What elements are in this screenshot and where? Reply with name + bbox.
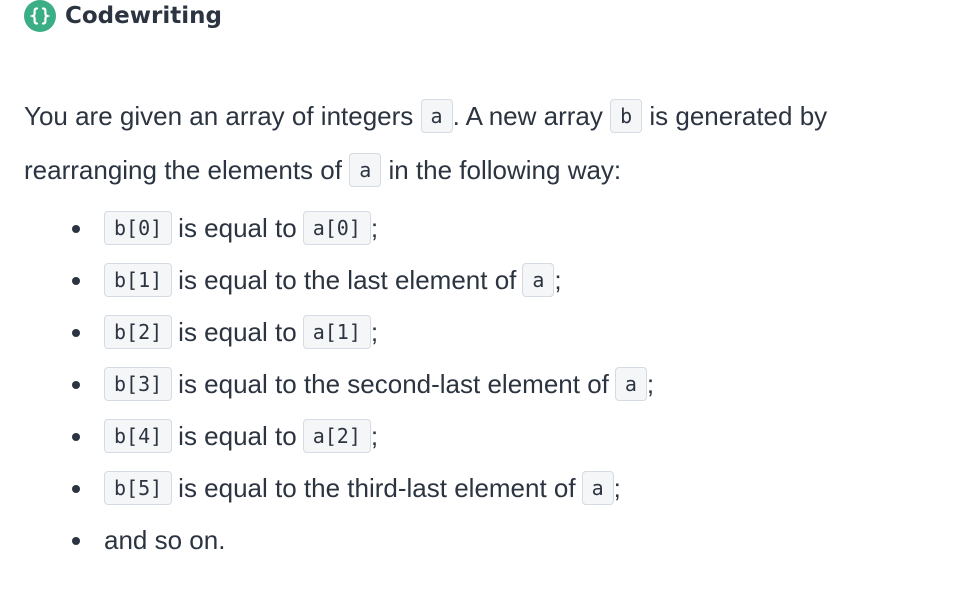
inline-code: a[2] xyxy=(302,419,371,453)
inline-code-b: b xyxy=(610,99,643,133)
inline-code: a[1] xyxy=(302,315,371,349)
bullet xyxy=(72,433,80,441)
inline-code: b[2] xyxy=(104,315,173,349)
bullet xyxy=(72,277,80,285)
rule-text: is equal to xyxy=(178,421,297,451)
bullet xyxy=(72,329,80,337)
inline-code: b[0] xyxy=(104,211,173,245)
rule-text: is equal to xyxy=(178,213,297,243)
intro-text: . A new array xyxy=(452,101,611,131)
section-title: Codewriting xyxy=(65,3,222,29)
list-item: b[5] is equal to the third-last element o… xyxy=(0,462,940,514)
inline-code: a[0] xyxy=(302,211,371,245)
list-item: b[3] is equal to the second-last element … xyxy=(0,358,940,410)
inline-code: a xyxy=(522,263,555,297)
inline-code: a xyxy=(581,471,614,505)
intro-text: in the following way: xyxy=(381,155,622,185)
rule-text: is equal to xyxy=(178,317,297,347)
rule-text: is equal to the last element of xyxy=(178,265,517,295)
rule-end: ; xyxy=(554,265,562,295)
rules-list: b[0] is equal to a[0]; b[1] is equal to the… xyxy=(0,202,940,566)
section-header: Codewriting xyxy=(24,0,222,32)
bullet xyxy=(72,225,80,233)
rule-end: ; xyxy=(370,317,379,347)
rule-end: ; xyxy=(646,369,655,399)
rule-end: ; xyxy=(613,473,621,503)
list-item: b[4] is equal to a[2]; xyxy=(0,410,940,462)
inline-code-a: a xyxy=(349,153,382,187)
inline-code-a: a xyxy=(420,99,453,133)
inline-code: b[5] xyxy=(104,471,173,505)
rule-end: ; xyxy=(370,421,379,451)
rule-text: is equal to the second-last element of xyxy=(178,369,609,399)
rule-text: is equal to the third-last element of xyxy=(178,473,576,503)
inline-code: b[3] xyxy=(104,367,173,401)
list-item: b[1] is equal to the last element of a; xyxy=(0,254,940,306)
list-item: and so on. xyxy=(0,514,940,566)
problem-intro: You are given an array of integers a. A … xyxy=(24,90,944,198)
intro-text: You are given an array of integers xyxy=(24,101,421,131)
rule-text: and so on. xyxy=(104,525,226,555)
bullet xyxy=(72,485,80,493)
bullet xyxy=(72,381,80,389)
curly-braces-icon xyxy=(24,0,56,32)
list-item: b[0] is equal to a[0]; xyxy=(0,202,940,254)
rule-end: ; xyxy=(370,213,379,243)
list-item: b[2] is equal to a[1]; xyxy=(0,306,940,358)
inline-code: b[4] xyxy=(104,419,173,453)
bullet xyxy=(72,537,80,545)
inline-code: b[1] xyxy=(104,263,173,297)
inline-code: a xyxy=(614,367,647,401)
